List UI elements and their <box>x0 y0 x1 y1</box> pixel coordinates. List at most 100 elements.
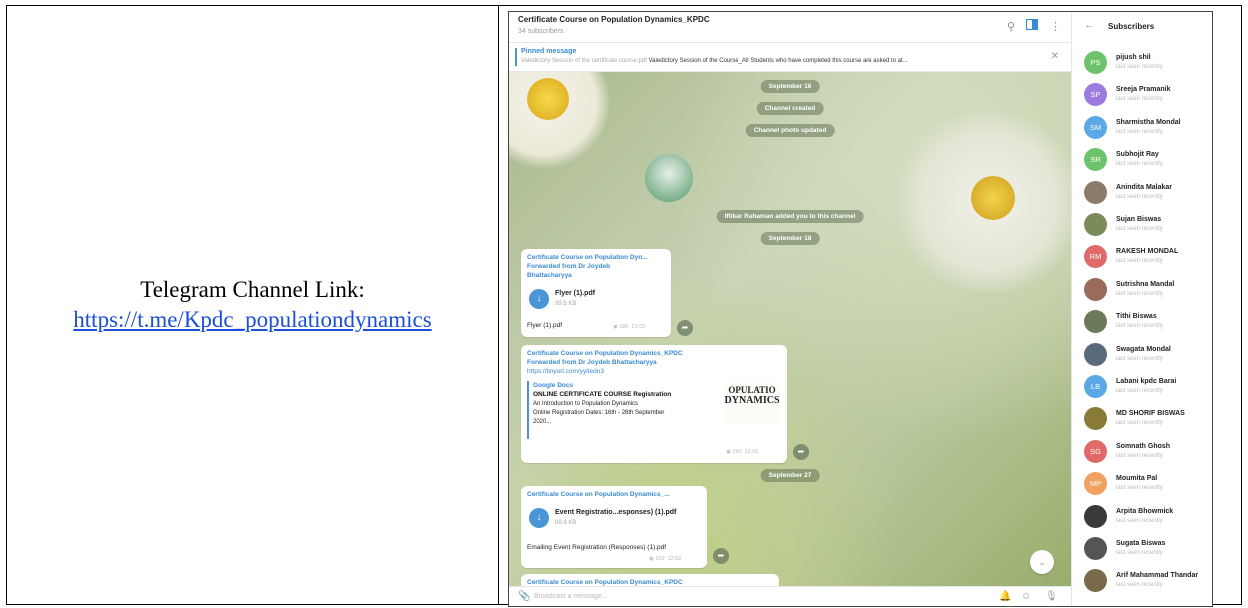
more-icon[interactable]: ⋮ <box>1050 20 1061 33</box>
file-name[interactable]: Flyer (1).pdf <box>555 290 595 297</box>
subscriber-item[interactable]: PS pijush shil last seen recently <box>1072 49 1212 81</box>
telegram-screenshot: Certificate Course on Population Dynamic… <box>508 11 1248 607</box>
channel-link[interactable]: https://t.me/Kpdc_populationdynamics <box>73 307 431 333</box>
preview-line: An Introduction to Population Dynamics <box>533 401 639 407</box>
pinned-file: Valedictory Session of the certificate c… <box>521 58 647 64</box>
message-url[interactable]: https://tinyurl.com/yyltedn3 <box>527 368 604 375</box>
subscriber-item[interactable]: Arif Mahammad Thandar last seen recently <box>1072 567 1212 599</box>
subscriber-item[interactable]: LB Labani kpdc Barai last seen recently <box>1072 373 1212 405</box>
subscriber-name: Sharmistha Mondal <box>1116 118 1181 126</box>
link-preview[interactable]: Google Docs ONLINE CERTIFICATE COURSE Re… <box>527 381 781 443</box>
subscriber-item[interactable]: SG Somnath Ghosh last seen recently <box>1072 438 1212 470</box>
subscriber-name: MD SHORIF BISWAS <box>1116 410 1185 418</box>
chat-area: September 16 Channel created Channel pho… <box>509 72 1071 586</box>
scroll-down-button[interactable]: ⌄ <box>1030 550 1054 574</box>
subscriber-status: last seen recently <box>1116 128 1163 135</box>
forwarded-from-cont: Bhattacharyya <box>527 272 572 279</box>
subscribers-title: Subscribers <box>1108 22 1155 31</box>
sidebar-toggle-icon[interactable] <box>1025 18 1039 33</box>
subscriber-status: last seen recently <box>1116 226 1163 232</box>
message-time: 21:05 <box>744 449 759 455</box>
composer-placeholder[interactable]: Broadcast a message... <box>534 593 608 600</box>
close-icon[interactable]: ✕ <box>1051 51 1059 62</box>
preview-accent-bar <box>527 381 529 439</box>
search-icon[interactable]: ⚲ <box>1007 20 1015 33</box>
link-cell: Telegram Channel Link: https://t.me/Kpdc… <box>7 6 498 604</box>
service-added: Iftikar Rahaman added you to this channe… <box>716 210 864 223</box>
message-composer[interactable]: 📎 Broadcast a message... 🔔 ☺ 🎙 <box>509 586 1071 606</box>
pinned-message[interactable]: Pinned message Valedictory Session of th… <box>509 43 1071 72</box>
subscriber-item[interactable]: SR Subhojit Ray last seen recently <box>1072 146 1212 178</box>
download-icon[interactable]: ↓ <box>529 508 549 528</box>
caption-text: Telegram Channel Link: <box>140 277 365 302</box>
chat-header: Certificate Course on Population Dynamic… <box>509 12 1071 43</box>
subscriber-status: last seen recently <box>1116 485 1163 492</box>
avatar <box>1084 213 1107 236</box>
subscriber-name: Sreeja Pramanik <box>1116 86 1171 94</box>
download-icon[interactable]: ↓ <box>529 289 549 309</box>
channel-title[interactable]: Certificate Course on Population Dynamic… <box>518 15 710 24</box>
avatar: RM <box>1084 245 1107 269</box>
subscriber-item[interactable]: Sugata Biswas last seen recently <box>1072 535 1212 567</box>
message-meta: ◉ 190 21:05 <box>726 449 759 455</box>
service-channel-created: Channel created <box>756 102 824 115</box>
avatar: PS <box>1084 51 1107 74</box>
view-count: 190 <box>732 449 742 455</box>
forwarded-from: Forwarded from Dr Joydeb Bhattacharyya <box>527 359 657 366</box>
avatar: SM <box>1084 115 1107 139</box>
subscriber-name: pijush shil <box>1116 54 1151 61</box>
subscriber-status: last seen recently <box>1116 550 1163 556</box>
emoji-icon[interactable]: ☺ <box>1021 591 1031 602</box>
preview-site: Google Docs <box>533 382 574 389</box>
subscriber-item[interactable]: SP Sreeja Pramanik last seen recently <box>1072 81 1212 113</box>
subscribers-panel: ← Subscribers PS pijush shil last seen rec… <box>1071 12 1212 606</box>
message-bubble[interactable]: Certificate Course on Population Dynamic… <box>521 345 787 463</box>
pinned-label: Pinned message <box>521 48 577 55</box>
message-bubble[interactable]: Certificate Course on Population Dyn... … <box>521 249 671 337</box>
share-icon[interactable]: ➦ <box>793 444 809 460</box>
subscriber-item[interactable]: MP Moumita Pal last seen recently <box>1072 470 1212 502</box>
subscriber-item[interactable]: Anindita Malakar last seen recently <box>1072 179 1212 211</box>
avatar <box>1084 180 1107 204</box>
flower-left-center <box>527 78 569 120</box>
pinned-body: Valedictory Session of the Course_All St… <box>648 58 908 64</box>
bell-icon[interactable]: 🔔 <box>999 591 1011 602</box>
message-bubble[interactable]: Certificate Course on Population Dynamic… <box>521 574 779 586</box>
subscriber-status: last seen recently <box>1116 64 1163 70</box>
subscriber-item[interactable]: Swagata Mondal last seen recently <box>1072 341 1212 373</box>
message-meta: ◉ 109 12:02 <box>649 556 682 562</box>
forwarded-from: Forwarded from Dr Joydeb <box>527 263 611 270</box>
subscriber-item[interactable]: RM RAKESH MONDAL last seen recently <box>1072 243 1212 275</box>
subscriber-item[interactable]: SM Sharmistha Mondal last seen recently <box>1072 114 1212 146</box>
subscriber-item[interactable]: MD SHORIF BISWAS last seen recently <box>1072 405 1212 437</box>
date-separator: September 16 <box>760 80 820 93</box>
subscriber-name: Tithi Biswas <box>1116 313 1157 321</box>
share-icon[interactable]: ➦ <box>713 548 729 564</box>
subscriber-item[interactable]: Arpita Bhowmick last seen recently <box>1072 503 1212 535</box>
message-bubble[interactable]: Certificate Course on Population Dynamic… <box>521 486 707 568</box>
avatar <box>1084 310 1107 334</box>
subscriber-name: Anindita Malakar <box>1116 183 1173 191</box>
avatar: SG <box>1084 439 1107 463</box>
subscriber-item[interactable]: Tithi Biswas last seen recently <box>1072 308 1212 340</box>
subscriber-status: last seen recently <box>1116 452 1163 459</box>
subscriber-item[interactable]: Sujan Biswas last seen recently <box>1072 211 1212 243</box>
message-time: 12:02 <box>667 556 682 562</box>
thumbnail-title: OPULATIO <box>728 385 776 395</box>
microphone-icon[interactable]: 🎙 <box>1045 591 1058 602</box>
attach-icon[interactable]: 📎 <box>518 591 530 602</box>
subscriber-status: last seen recently <box>1116 355 1163 362</box>
date-separator: September 18 <box>760 232 820 245</box>
file-name[interactable]: Event Registratio...esponses) (1).pdf <box>555 509 676 516</box>
subscriber-status: last seen recently <box>1116 193 1163 200</box>
file-size: 89.4 KB <box>555 520 577 526</box>
subscriber-name: Sujan Biswas <box>1116 216 1162 223</box>
file-size: 99.5 KB <box>555 301 577 307</box>
channel-photo[interactable] <box>645 154 693 202</box>
preview-title: ONLINE CERTIFICATE COURSE Registration <box>533 391 672 398</box>
subscriber-item[interactable]: Sutrishna Mandal last seen recently <box>1072 276 1212 308</box>
back-arrow-icon[interactable]: ← <box>1084 19 1095 31</box>
table-divider <box>498 6 499 604</box>
avatar <box>1084 342 1107 366</box>
share-icon[interactable]: ➦ <box>677 320 693 336</box>
